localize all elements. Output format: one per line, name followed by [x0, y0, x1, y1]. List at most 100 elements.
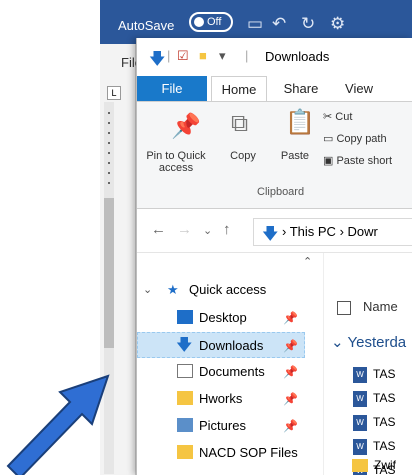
separator-icon: | [167, 48, 171, 63]
redo-icon[interactable]: ↻ [301, 14, 315, 34]
pin-icon: 📌 [283, 339, 298, 353]
customize-qat-icon[interactable]: ▾ [219, 48, 226, 64]
group-header-label: Yesterda [347, 334, 407, 351]
nav-item-pictures[interactable]: Pictures 📌 [137, 413, 305, 439]
properties-icon[interactable]: ☑ [177, 48, 189, 64]
tab-share[interactable]: Share [275, 76, 327, 102]
ribbon-home: 📌 Pin to Quick access ⧉ Copy 📋 Paste ✂ C… [137, 101, 412, 209]
folder-icon [177, 391, 193, 405]
cut-button[interactable]: ✂ Cut [323, 110, 352, 123]
ruler-tick [108, 122, 110, 124]
file-name: TAS [373, 391, 396, 405]
recent-locations-icon[interactable]: ⌄ [203, 224, 212, 237]
nav-item-hworks[interactable]: Hworks 📌 [137, 386, 305, 412]
nav-item-downloads[interactable]: 🡇 Downloads 📌 [137, 332, 305, 358]
word-doc-icon: W [353, 414, 367, 431]
ruler-tick [108, 162, 110, 164]
navigation-pane: ⌃ ⌄ ★ Quick access Desktop 📌 🡇 Downloads… [137, 253, 312, 475]
autosave-label: AutoSave [118, 18, 175, 33]
nav-quick-access[interactable]: ⌄ ★ Quick access [137, 277, 305, 303]
cut-label: Cut [335, 111, 353, 123]
file-name: TAS [373, 415, 396, 429]
save-icon[interactable]: ▭ [247, 14, 263, 34]
ruler-tick [108, 172, 110, 174]
clipboard-group-label: Clipboard [257, 186, 305, 198]
nav-item-label: Pictures [199, 418, 246, 433]
column-header-name[interactable]: Name [363, 299, 398, 314]
file-name: TAS [373, 439, 396, 453]
nav-quick-access-label: Quick access [189, 282, 267, 297]
file-name: Zwif [374, 458, 396, 472]
pin-icon: 📌 [283, 419, 298, 433]
copy-button[interactable]: Copy [225, 150, 261, 162]
tab-view[interactable]: View [335, 76, 383, 102]
address-bar-row: ← → ⌄ ↑ 🡇 › This PC › Dowr [137, 214, 412, 250]
back-icon[interactable]: ← [151, 221, 166, 238]
undo-icon[interactable]: ↶ [272, 14, 286, 34]
ruler-shade [104, 198, 114, 348]
nav-item-nacd-sop-files[interactable]: NACD SOP Files [137, 440, 305, 466]
separator-icon: | [245, 48, 249, 63]
folder-icon [177, 445, 193, 459]
file-list: Name ⌄ Yesterda W TAS W TAS W TAS W TAS W TAS [325, 253, 412, 475]
nav-item-label: Downloads [199, 338, 264, 353]
nav-item-label: Desktop [199, 310, 247, 325]
downloads-icon: 🡇 [176, 337, 193, 354]
ribbon-tabs: File Home Share View [137, 76, 412, 102]
address-box[interactable]: 🡇 › This PC › Dowr [253, 218, 412, 246]
file-explorer-window: 🡇 | ☑ ■ ▾ | Downloads File Home Share Vi… [136, 38, 412, 475]
pin-icon: 📌 [171, 113, 201, 140]
pane-splitter[interactable] [323, 253, 324, 475]
desktop-icon [177, 310, 193, 324]
nav-item-label: Hworks [199, 391, 243, 406]
list-item[interactable]: W TAS [353, 411, 395, 433]
ruler-tick [108, 182, 110, 184]
ruler-tick [108, 112, 110, 114]
explorer-title-bar: 🡇 | ☑ ■ ▾ | Downloads [137, 38, 412, 74]
nav-item-label: Documents [199, 364, 265, 379]
paste-button[interactable]: Paste [275, 150, 315, 162]
ruler-tick [108, 152, 110, 154]
list-item[interactable]: W TAS [353, 363, 395, 385]
download-arrow-icon: 🡇 [149, 51, 166, 68]
tab-home[interactable]: Home [211, 76, 267, 102]
nav-item-desktop[interactable]: Desktop 📌 [137, 305, 305, 331]
ruler-tab-selector[interactable]: L [107, 86, 121, 100]
list-item[interactable]: W TAS [353, 387, 395, 409]
pin-to-quick-access-button[interactable]: Pin to Quick access [141, 150, 211, 174]
nav-item-documents[interactable]: Documents 📌 [137, 359, 305, 385]
list-item[interactable]: Zwif [352, 454, 396, 475]
tab-file[interactable]: File [137, 76, 207, 102]
ruler-tick [108, 142, 110, 144]
up-icon[interactable]: ↑ [223, 221, 231, 238]
pin-icon: 📌 [283, 365, 298, 379]
scroll-up-icon[interactable]: ⌃ [303, 255, 312, 268]
copy-path-label: Copy path [336, 133, 387, 145]
paste-icon: 📋 [285, 109, 315, 136]
nav-item-label: NACD SOP Files [199, 445, 298, 460]
copy-path-button[interactable]: ▭ Copy path [323, 132, 387, 145]
breadcrumb-this-pc[interactable]: This PC [290, 224, 336, 239]
window-title: Downloads [265, 49, 330, 64]
breadcrumb-downloads[interactable]: Dowr [348, 224, 378, 239]
star-icon: ★ [167, 282, 179, 297]
downloads-location-icon: 🡇 [262, 226, 279, 243]
annotation-arrow-icon [6, 374, 110, 475]
paste-shortcut-button[interactable]: ▣ Paste short [323, 154, 392, 167]
new-folder-icon[interactable]: ■ [199, 48, 207, 63]
word-doc-icon: W [353, 390, 367, 407]
pictures-icon [177, 418, 193, 432]
customize-icon[interactable]: ⚙ [330, 14, 345, 34]
select-all-checkbox[interactable] [337, 301, 351, 315]
autosave-toggle[interactable]: Off [189, 12, 233, 32]
pin-icon: 📌 [283, 392, 298, 406]
paste-shortcut-label: Paste short [336, 155, 393, 167]
word-doc-icon: W [353, 366, 367, 383]
group-header[interactable]: ⌄ Yesterda [331, 333, 406, 351]
copy-icon: ⧉ [231, 110, 249, 137]
forward-icon[interactable]: → [177, 221, 192, 238]
pin-icon: 📌 [283, 311, 298, 325]
ruler-tick [108, 132, 110, 134]
expand-chevron-icon[interactable]: ⌄ [143, 277, 152, 303]
folder-icon [352, 459, 368, 473]
